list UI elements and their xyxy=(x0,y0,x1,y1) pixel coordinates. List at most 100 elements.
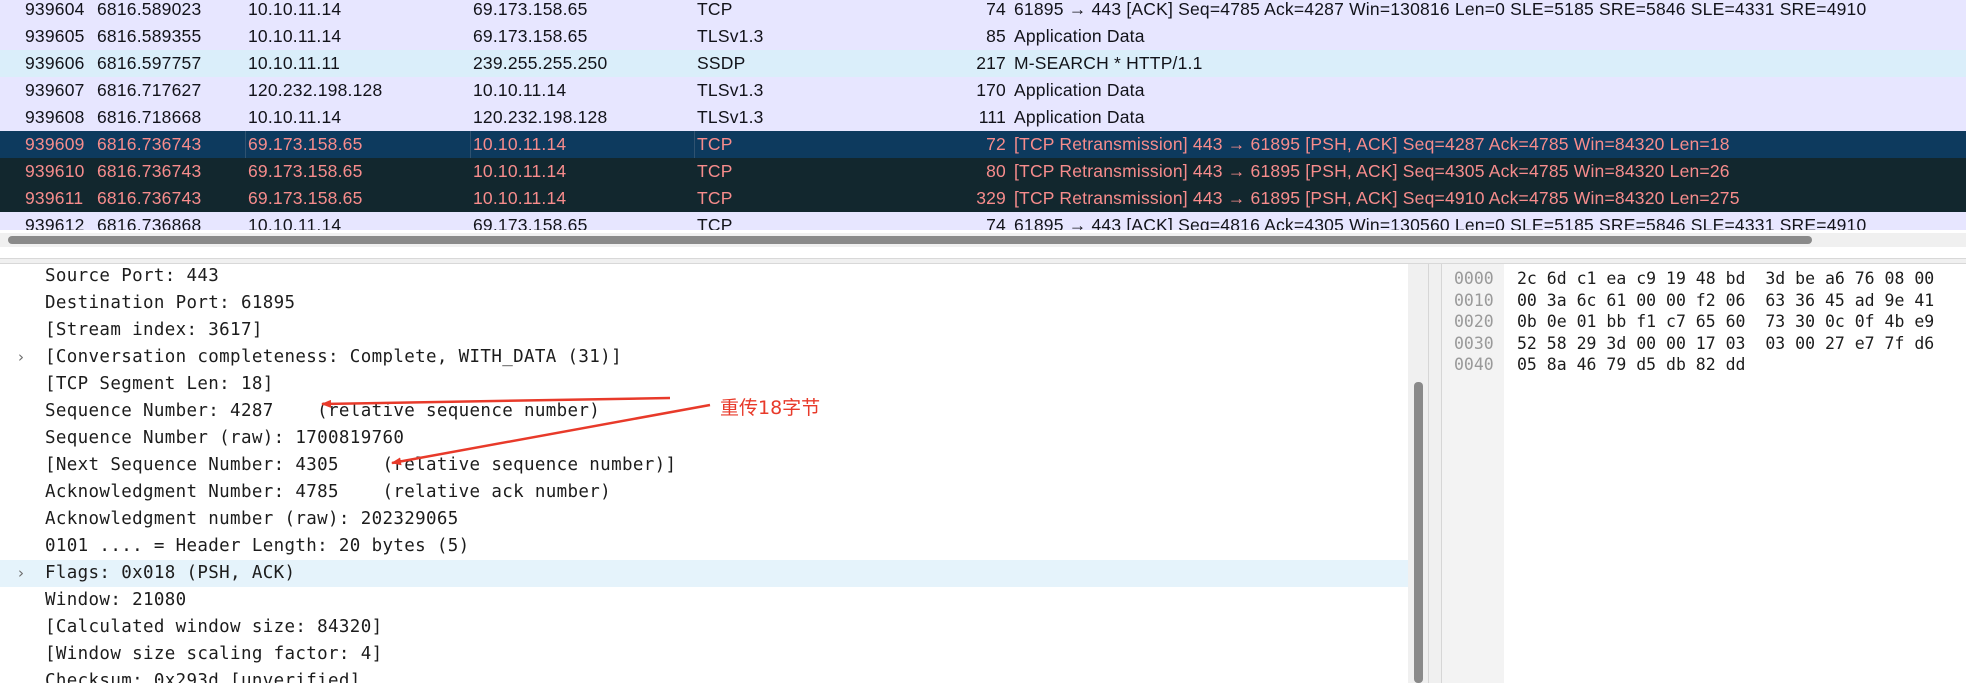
packet-destination: 120.232.198.128 xyxy=(473,107,608,127)
packet-no: 939609 xyxy=(25,134,85,154)
packet-list-horizontal-scrollbar[interactable] xyxy=(0,233,1966,247)
detail-row[interactable]: [Next Sequence Number: 4305 (relative se… xyxy=(0,452,1408,479)
detail-row[interactable]: Source Port: 443 xyxy=(0,264,1408,290)
packet-protocol: TCP xyxy=(697,188,733,208)
packet-source: 120.232.198.128 xyxy=(248,80,383,100)
packet-row[interactable]: 939608 6816.718668 10.10.11.14 120.232.198.… xyxy=(0,104,1966,131)
packet-length: 85 xyxy=(986,26,1006,46)
packet-no: 939608 xyxy=(25,107,85,127)
packet-row[interactable]: 939611 6816.736743 69.173.158.65 10.10.11.1… xyxy=(0,185,1966,212)
detail-row[interactable]: [Window size scaling factor: 4] xyxy=(0,641,1408,668)
detail-row[interactable]: [Calculated window size: 84320] xyxy=(0,614,1408,641)
annotation-label: 重传18字节 xyxy=(720,397,821,419)
hex-bytes[interactable]: 05 8a 46 79 d5 db 82 dd xyxy=(1517,354,1745,376)
packet-row[interactable]: 939604 6816.589023 10.10.11.14 69.173.158.6… xyxy=(0,0,1966,23)
packet-protocol: TCP xyxy=(697,0,733,19)
pane-splitter-vertical[interactable] xyxy=(1428,264,1442,683)
detail-row[interactable]: Window: 21080 xyxy=(0,587,1408,614)
packet-no: 939604 xyxy=(25,0,85,19)
detail-text: [Calculated window size: 84320] xyxy=(45,617,383,637)
packet-time: 6816.717627 xyxy=(97,80,202,100)
packet-list: 939604 6816.589023 10.10.11.14 69.173.158.6… xyxy=(0,0,1966,230)
packet-row[interactable]: 939609 6816.736743 69.173.158.65 10.10.11.1… xyxy=(0,131,1966,158)
detail-row[interactable]: › [Conversation completeness: Complete, W… xyxy=(0,344,1408,371)
detail-text: Acknowledgment Number: 4785 (relative ac… xyxy=(45,482,612,502)
packet-length: 74 xyxy=(986,215,1006,230)
packet-time: 6816.736743 xyxy=(97,134,202,154)
packet-info: Application Data xyxy=(1014,107,1145,127)
hex-bytes[interactable]: 0b 0e 01 bb f1 c7 65 60 73 30 0c 0f 4b e… xyxy=(1517,311,1934,333)
detail-row[interactable]: Acknowledgment number (raw): 202329065 xyxy=(0,506,1408,533)
detail-text: Destination Port: 61895 xyxy=(45,293,296,313)
detail-row[interactable]: Acknowledgment Number: 4785 (relative ac… xyxy=(0,479,1408,506)
packet-protocol: TLSv1.3 xyxy=(697,80,764,100)
detail-row[interactable]: › Flags: 0x018 (PSH, ACK) xyxy=(0,560,1408,587)
packet-details-pane: Source Port: 443 Destination Port: 61895 [… xyxy=(0,264,1428,683)
expand-chevron-icon[interactable]: › xyxy=(18,560,24,587)
packet-length: 80 xyxy=(986,161,1006,181)
scrollbar-thumb[interactable] xyxy=(1414,382,1423,683)
packet-destination: 10.10.11.14 xyxy=(473,161,567,181)
detail-text: 0101 .... = Header Length: 20 bytes (5) xyxy=(45,536,470,556)
packet-row[interactable]: 939610 6816.736743 69.173.158.65 10.10.11.1… xyxy=(0,158,1966,185)
hex-bytes[interactable]: 2c 6d c1 ea c9 19 48 bd 3d be a6 76 08 0… xyxy=(1517,268,1934,290)
packet-time: 6816.597757 xyxy=(97,53,202,73)
packet-source: 10.10.11.14 xyxy=(248,215,342,230)
detail-row[interactable]: [TCP Segment Len: 18] xyxy=(0,371,1408,398)
packet-no: 939612 xyxy=(25,215,85,230)
packet-length: 72 xyxy=(986,134,1006,154)
packet-no: 939607 xyxy=(25,80,85,100)
packet-no: 939606 xyxy=(25,53,85,73)
packet-destination: 69.173.158.65 xyxy=(473,0,588,19)
packet-info: [TCP Retransmission] 443 → 61895 [PSH, A… xyxy=(1014,134,1730,154)
detail-text: Acknowledgment number (raw): 202329065 xyxy=(45,509,459,529)
packet-protocol: TLSv1.3 xyxy=(697,107,764,127)
detail-text: [Next Sequence Number: 4305 (relative se… xyxy=(45,455,677,475)
packet-time: 6816.718668 xyxy=(97,107,202,127)
scrollbar-thumb[interactable] xyxy=(8,236,1812,244)
hex-offset: 0030 xyxy=(1454,333,1494,353)
detail-row[interactable]: Destination Port: 61895 xyxy=(0,290,1408,317)
packet-source: 69.173.158.65 xyxy=(248,188,363,208)
packet-source: 10.10.11.14 xyxy=(248,26,342,46)
packet-protocol: TCP xyxy=(697,161,733,181)
detail-text: Window: 21080 xyxy=(45,590,187,610)
packet-row[interactable]: 939606 6816.597757 10.10.11.11 239.255.255.… xyxy=(0,50,1966,77)
packet-row[interactable]: 939612 6816.736868 10.10.11.14 69.173.158.6… xyxy=(0,212,1966,230)
expand-chevron-icon[interactable]: › xyxy=(18,344,24,371)
hex-row[interactable]: 0040 05 8a 46 79 d5 db 82 dd xyxy=(1442,354,1966,376)
hex-row[interactable]: 0020 0b 0e 01 bb f1 c7 65 60 73 30 0c 0f … xyxy=(1442,311,1966,333)
packet-info: [TCP Retransmission] 443 → 61895 [PSH, A… xyxy=(1014,188,1740,208)
detail-row[interactable]: Sequence Number: 4287 (relative sequence… xyxy=(0,398,1408,425)
packet-time: 6816.736743 xyxy=(97,161,202,181)
detail-text: Sequence Number: 4287 (relative sequence… xyxy=(45,401,601,421)
packet-info: 61895 → 443 [ACK] Seq=4816 Ack=4305 Win=… xyxy=(1014,215,1867,230)
hex-row[interactable]: 0030 52 58 29 3d 00 00 17 03 03 00 27 e7 … xyxy=(1442,333,1966,355)
column-divider xyxy=(470,131,471,158)
detail-row[interactable]: Sequence Number (raw): 1700819760 xyxy=(0,425,1408,452)
packet-destination: 10.10.11.14 xyxy=(473,134,567,154)
hex-bytes[interactable]: 52 58 29 3d 00 00 17 03 03 00 27 e7 7f d… xyxy=(1517,333,1934,355)
detail-text: Source Port: 443 xyxy=(45,266,220,286)
detail-text: [TCP Segment Len: 18] xyxy=(45,374,274,394)
packet-info: M-SEARCH * HTTP/1.1 xyxy=(1014,53,1203,73)
hex-bytes[interactable]: 00 3a 6c 61 00 00 f2 06 63 36 45 ad 9e 4… xyxy=(1517,290,1934,312)
packet-source: 69.173.158.65 xyxy=(248,161,363,181)
detail-row[interactable]: [Stream index: 3617] xyxy=(0,317,1408,344)
packet-time: 6816.589023 xyxy=(97,0,202,19)
packet-row[interactable]: 939607 6816.717627 120.232.198.128 10.10.11… xyxy=(0,77,1966,104)
hex-row[interactable]: 0000 2c 6d c1 ea c9 19 48 bd 3d be a6 76 … xyxy=(1442,268,1966,290)
packet-no: 939605 xyxy=(25,26,85,46)
detail-row[interactable]: 0101 .... = Header Length: 20 bytes (5) xyxy=(0,533,1408,560)
packet-length: 74 xyxy=(986,0,1006,19)
details-vertical-scrollbar[interactable] xyxy=(1408,264,1428,683)
packet-length: 111 xyxy=(978,107,1006,127)
packet-no: 939611 xyxy=(25,188,84,208)
detail-row[interactable]: Checksum: 0x293d [unverified] xyxy=(0,668,1408,683)
packet-info: Application Data xyxy=(1014,26,1145,46)
packet-destination: 10.10.11.14 xyxy=(473,188,567,208)
hex-row[interactable]: 0010 00 3a 6c 61 00 00 f2 06 63 36 45 ad … xyxy=(1442,290,1966,312)
packet-time: 6816.736868 xyxy=(97,215,202,230)
packet-row[interactable]: 939605 6816.589355 10.10.11.14 69.173.158.6… xyxy=(0,23,1966,50)
hex-offset: 0040 xyxy=(1454,355,1494,374)
